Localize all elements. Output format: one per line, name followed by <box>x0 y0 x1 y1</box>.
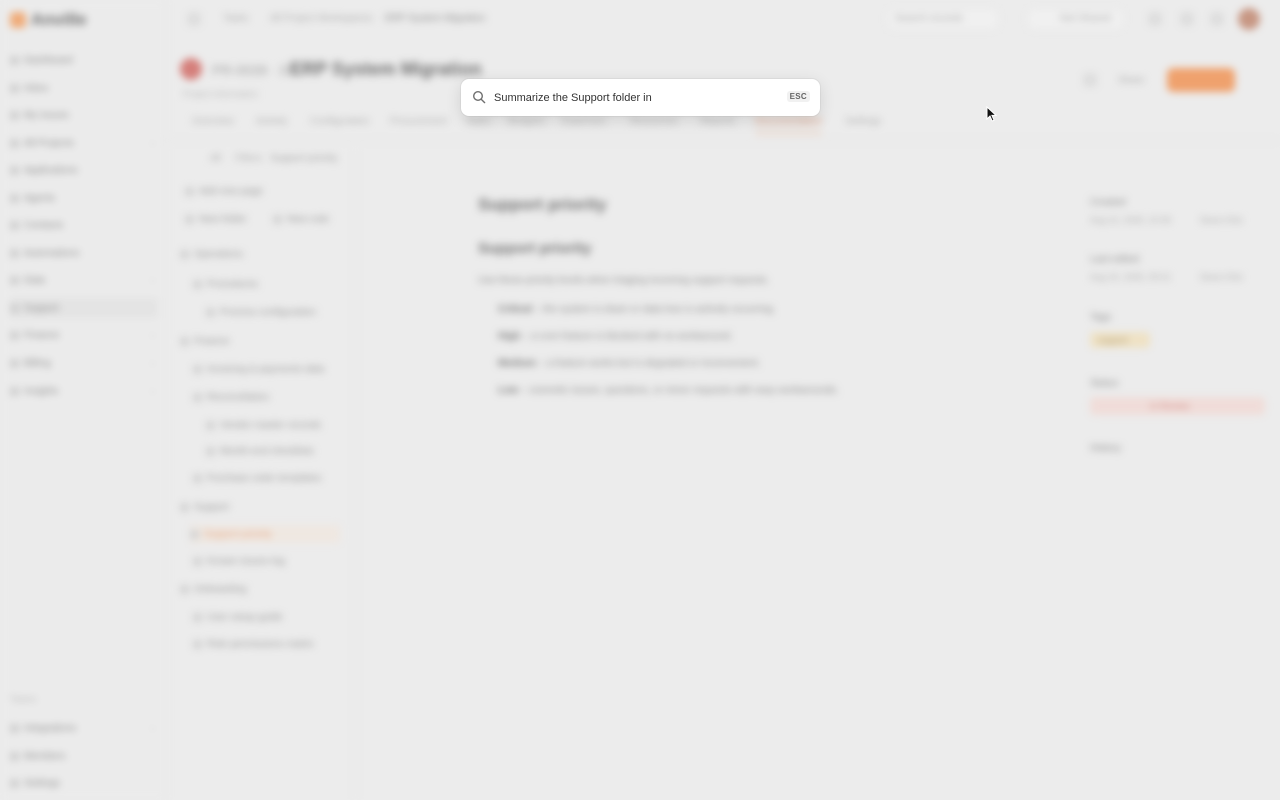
esc-key-badge[interactable]: ESC <box>786 91 810 102</box>
search-icon <box>472 90 486 104</box>
command-palette: ESC <box>461 79 820 116</box>
command-input[interactable] <box>494 87 774 108</box>
modal-backdrop[interactable] <box>0 0 1280 800</box>
mouse-cursor-icon <box>986 106 998 122</box>
